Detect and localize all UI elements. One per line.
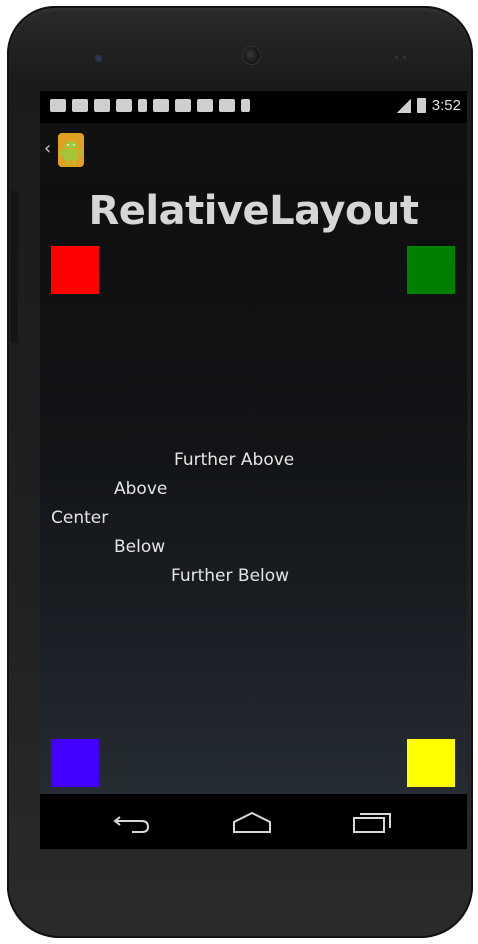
mail-icon (72, 99, 88, 112)
side-button (10, 191, 18, 343)
notification-icons (50, 99, 250, 112)
square-bottom-left (51, 739, 99, 787)
label-further-below: Further Below (171, 566, 290, 586)
relative-layout-content: RelativeLayout Further Above Above Cente… (40, 177, 467, 794)
message-icon (50, 99, 66, 112)
label-above: Above (114, 479, 168, 499)
download-icon (94, 99, 110, 112)
home-icon[interactable] (230, 808, 274, 836)
notification-icon (138, 99, 147, 112)
label-further-above: Further Above (174, 450, 295, 470)
square-top-right (407, 246, 455, 294)
clipboard-icon (219, 99, 235, 112)
sensor (395, 56, 398, 59)
chat-icon (116, 99, 132, 112)
notification-icon (241, 99, 250, 112)
square-top-left (51, 246, 99, 294)
person-icon (175, 99, 191, 112)
status-time: 3:52 (431, 97, 461, 114)
sensor (403, 56, 406, 59)
status-right: 3:52 (396, 97, 461, 114)
screen: 3:52 ‹ RelativeLayout Further Above Abov… (40, 91, 467, 849)
chevron-left-icon[interactable]: ‹ (44, 139, 51, 159)
status-bar: 3:52 (40, 91, 467, 123)
back-icon[interactable] (110, 808, 154, 836)
facebook-icon (153, 99, 169, 112)
label-center: Center (51, 508, 109, 528)
page-title: RelativeLayout (88, 188, 419, 234)
media-icon (197, 99, 213, 112)
phone-frame: 3:52 ‹ RelativeLayout Further Above Abov… (7, 6, 473, 938)
square-bottom-right (407, 739, 455, 787)
action-bar: ‹ (40, 123, 467, 177)
label-below: Below (114, 537, 166, 557)
android-robot-icon[interactable] (56, 131, 86, 169)
signal-icon (396, 98, 411, 113)
navigation-bar (40, 794, 467, 849)
earpiece (95, 55, 102, 62)
recents-icon[interactable] (350, 808, 394, 836)
front-camera (243, 47, 260, 64)
battery-icon (416, 98, 426, 113)
